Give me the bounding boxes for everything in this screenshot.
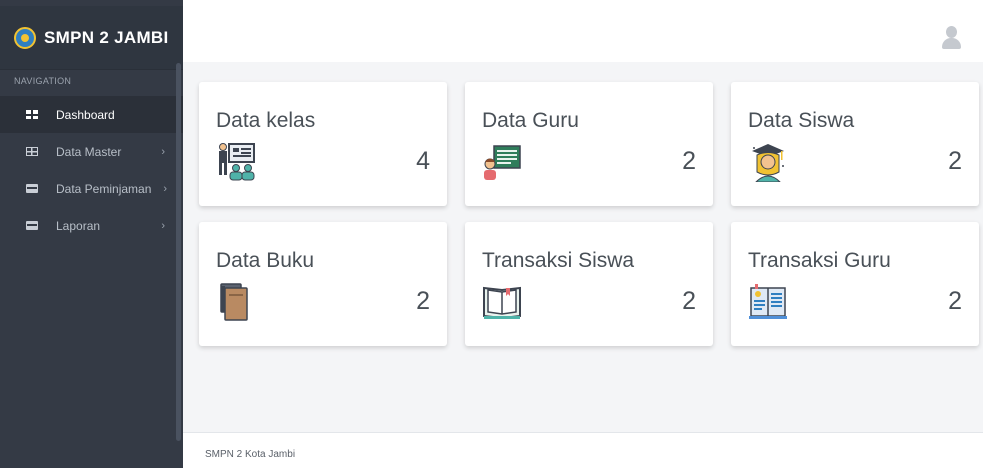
- sidebar: SMPN 2 JAMBI NAVIGATION Dashboard Data M…: [0, 0, 183, 468]
- sidebar-item-data-master[interactable]: Data Master ›: [0, 133, 183, 170]
- card-count: 4: [416, 147, 430, 175]
- classroom-icon: [219, 143, 255, 181]
- book-icon: [220, 283, 248, 321]
- card-data-guru[interactable]: Data Guru 2: [465, 82, 713, 206]
- card-count: 2: [682, 287, 696, 315]
- card-transaksi-guru[interactable]: Transaksi Guru 2: [731, 222, 979, 346]
- card-count: 2: [416, 287, 430, 315]
- card-icon: [26, 184, 38, 193]
- brand[interactable]: SMPN 2 JAMBI: [0, 6, 183, 70]
- chevron-right-icon: ›: [161, 145, 165, 158]
- card-title: Data Guru: [482, 109, 579, 132]
- footer-text: SMPN 2 Kota Jambi: [205, 449, 296, 460]
- sidebar-item-label: Data Master: [56, 144, 122, 159]
- card-title: Transaksi Guru: [748, 249, 891, 272]
- brand-title: SMPN 2 JAMBI: [44, 27, 169, 47]
- sidebar-scrollbar[interactable]: [176, 63, 181, 441]
- open-book-icon: [483, 286, 521, 320]
- dashboard-icon: [26, 110, 38, 119]
- sidebar-item-data-peminjaman[interactable]: Data Peminjaman ›: [0, 170, 183, 207]
- user-avatar-icon[interactable]: [941, 26, 961, 50]
- school-emblem-icon: [14, 26, 36, 49]
- topbar: [183, 0, 983, 62]
- sidebar-item-laporan[interactable]: Laporan ›: [0, 207, 183, 244]
- chevron-right-icon: ›: [163, 182, 167, 195]
- nav-header: NAVIGATION: [14, 76, 72, 86]
- card-count: 2: [948, 147, 962, 175]
- card-title: Data Buku: [216, 249, 315, 272]
- report-book-icon: [749, 284, 787, 319]
- card-icon: [26, 221, 38, 230]
- sidebar-item-dashboard[interactable]: Dashboard: [0, 96, 183, 133]
- card-title: Data kelas: [216, 109, 316, 132]
- footer: SMPN 2 Kota Jambi: [183, 432, 983, 468]
- student-icon: [752, 144, 784, 182]
- card-count: 2: [682, 147, 696, 175]
- table-icon: [26, 147, 38, 156]
- card-title: Data Siswa: [748, 109, 855, 132]
- chevron-right-icon: ›: [161, 219, 165, 232]
- card-data-buku[interactable]: Data Buku 2: [199, 222, 447, 346]
- sidebar-item-label: Data Peminjaman: [56, 181, 152, 196]
- card-transaksi-siswa[interactable]: Transaksi Siswa 2: [465, 222, 713, 346]
- card-data-kelas[interactable]: Data kelas 4: [199, 82, 447, 206]
- card-count: 2: [948, 287, 962, 315]
- teacher-icon: [484, 145, 521, 180]
- card-data-siswa[interactable]: Data Siswa 2: [731, 82, 979, 206]
- sidebar-item-label: Laporan: [56, 218, 101, 233]
- sidebar-item-label: Dashboard: [56, 107, 115, 122]
- card-title: Transaksi Siswa: [482, 249, 635, 272]
